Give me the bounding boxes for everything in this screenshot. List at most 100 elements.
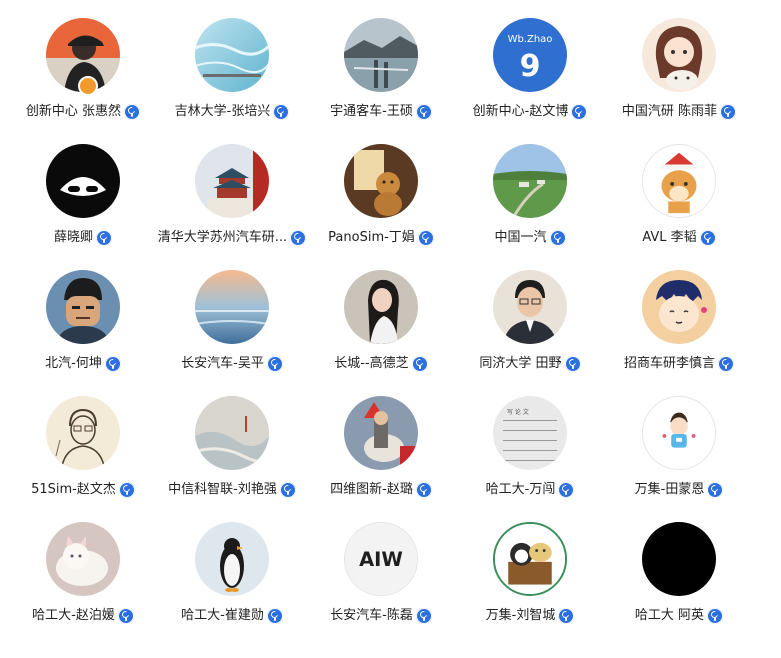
member-card[interactable]: 51Sim-赵文杰 xyxy=(8,396,158,506)
member-card[interactable]: 万集-田蒙恩 xyxy=(604,396,754,506)
avatar[interactable] xyxy=(642,522,716,596)
verified-icon xyxy=(718,356,734,372)
verified-icon xyxy=(699,230,716,246)
verified-icon xyxy=(266,356,283,372)
avatar[interactable] xyxy=(195,522,269,596)
member-name: 同济大学 田野 xyxy=(479,356,562,371)
member-name: 招商车研李慎言 xyxy=(623,356,715,371)
aiw-logo: AIW xyxy=(359,548,403,571)
verified-icon xyxy=(266,608,283,624)
member-card[interactable]: Wb.Zhao 9 创新中心-赵文博 xyxy=(455,18,605,128)
verified-icon xyxy=(273,104,290,120)
member-card[interactable]: 招商车研李慎言 xyxy=(604,270,754,380)
member-card[interactable]: 中国一汽 xyxy=(455,144,605,254)
member-card[interactable]: 哈工大-崔建勋 xyxy=(157,522,307,632)
member-card[interactable]: 薛晓卿 xyxy=(8,144,158,254)
member-name: 51Sim-赵文杰 xyxy=(31,482,116,497)
verified-icon xyxy=(104,356,121,372)
member-card[interactable]: 万集-刘智城 xyxy=(455,522,605,632)
verified-icon xyxy=(96,230,112,246)
verified-icon xyxy=(558,482,575,498)
avatar[interactable]: 写 论 文 xyxy=(493,396,567,470)
member-name: 哈工大-赵泊媛 xyxy=(32,608,115,623)
member-name: 宇通客车-王硕 xyxy=(330,104,413,119)
jersey-number: 9 xyxy=(520,49,541,84)
verified-icon xyxy=(707,608,724,624)
avatar[interactable] xyxy=(46,144,120,218)
member-card[interactable]: 中国汽研 陈雨菲 xyxy=(604,18,754,128)
member-card[interactable]: 哈工大-赵泊媛 xyxy=(8,522,158,632)
avatar[interactable] xyxy=(344,396,418,470)
group-member-grid: 创新中心 张惠然 吉林大学-张培兴 宇通客车-王硕 Wb.Zhao 9 创新中心… xyxy=(0,0,781,658)
member-name: 创新中心 张惠然 xyxy=(25,104,122,119)
member-name: 四维图新-赵璐 xyxy=(330,482,413,497)
avatar[interactable]: AIW xyxy=(344,522,418,596)
member-card[interactable]: 清华大学苏州汽车研... xyxy=(157,144,307,254)
member-name: 万集-田蒙恩 xyxy=(634,482,705,497)
avatar[interactable] xyxy=(344,270,418,344)
member-name: 哈工大 阿英 xyxy=(634,608,705,623)
jersey-text: Wb.Zhao xyxy=(508,34,553,45)
verified-icon xyxy=(549,230,566,246)
avatar[interactable] xyxy=(195,396,269,470)
verified-icon xyxy=(417,230,434,246)
member-card[interactable]: 中信科智联-刘艳强 xyxy=(157,396,307,506)
avatar[interactable] xyxy=(493,522,567,596)
verified-icon xyxy=(415,608,432,624)
verified-icon xyxy=(411,356,428,372)
avatar[interactable] xyxy=(642,270,716,344)
member-name: 北汽-何坤 xyxy=(45,356,102,371)
member-name: 中国一汽 xyxy=(494,230,547,245)
avatar[interactable] xyxy=(493,270,567,344)
avatar[interactable] xyxy=(195,270,269,344)
member-card[interactable]: 长城--高德芝 xyxy=(306,270,456,380)
member-card[interactable]: 创新中心 张惠然 xyxy=(8,18,158,128)
member-name: AVL 李韬 xyxy=(642,230,697,245)
avatar-calligraphy: 写 论 文 xyxy=(507,408,529,416)
member-card[interactable]: 哈工大 阿英 xyxy=(604,522,754,632)
avatar[interactable] xyxy=(46,396,120,470)
verified-icon xyxy=(279,482,296,498)
avatar[interactable] xyxy=(493,144,567,218)
verified-icon xyxy=(571,104,588,120)
verified-icon xyxy=(720,104,737,120)
admin-icon xyxy=(78,76,98,96)
member-card[interactable]: PanoSim-丁娟 xyxy=(306,144,456,254)
avatar[interactable] xyxy=(642,18,716,92)
verified-icon xyxy=(415,482,432,498)
member-card[interactable]: 吉林大学-张培兴 xyxy=(157,18,307,128)
verified-icon xyxy=(558,608,575,624)
member-name: 万集-刘智城 xyxy=(485,608,556,623)
member-card[interactable]: 同济大学 田野 xyxy=(455,270,605,380)
member-card[interactable]: 四维图新-赵璐 xyxy=(306,396,456,506)
avatar[interactable] xyxy=(344,18,418,92)
member-name: 长城--高德芝 xyxy=(334,356,409,371)
verified-icon xyxy=(415,104,432,120)
member-name: 薛晓卿 xyxy=(53,230,93,245)
avatar[interactable] xyxy=(344,144,418,218)
member-name: 哈工大-万闯 xyxy=(485,482,556,497)
member-card[interactable]: AVL 李韬 xyxy=(604,144,754,254)
verified-icon xyxy=(564,356,581,372)
member-name: 哈工大-崔建勋 xyxy=(181,608,264,623)
avatar[interactable] xyxy=(195,18,269,92)
avatar[interactable] xyxy=(642,396,716,470)
avatar[interactable] xyxy=(46,522,120,596)
member-name: PanoSim-丁娟 xyxy=(328,230,415,245)
avatar[interactable] xyxy=(46,270,120,344)
member-name: 创新中心-赵文博 xyxy=(472,104,569,119)
verified-icon xyxy=(124,104,141,120)
member-name: 长安汽车-吴平 xyxy=(181,356,264,371)
member-card[interactable]: 长安汽车-吴平 xyxy=(157,270,307,380)
member-card[interactable]: 写 论 文 哈工大-万闯 xyxy=(455,396,605,506)
avatar[interactable]: Wb.Zhao 9 xyxy=(493,18,567,92)
member-card[interactable]: AIW 长安汽车-陈磊 xyxy=(306,522,456,632)
avatar[interactable] xyxy=(642,144,716,218)
member-card[interactable]: 北汽-何坤 xyxy=(8,270,158,380)
member-name: 长安汽车-陈磊 xyxy=(330,608,413,623)
verified-icon xyxy=(707,482,724,498)
avatar[interactable] xyxy=(195,144,269,218)
verified-icon xyxy=(117,608,134,624)
member-name: 中国汽研 陈雨菲 xyxy=(621,104,718,119)
member-card[interactable]: 宇通客车-王硕 xyxy=(306,18,456,128)
